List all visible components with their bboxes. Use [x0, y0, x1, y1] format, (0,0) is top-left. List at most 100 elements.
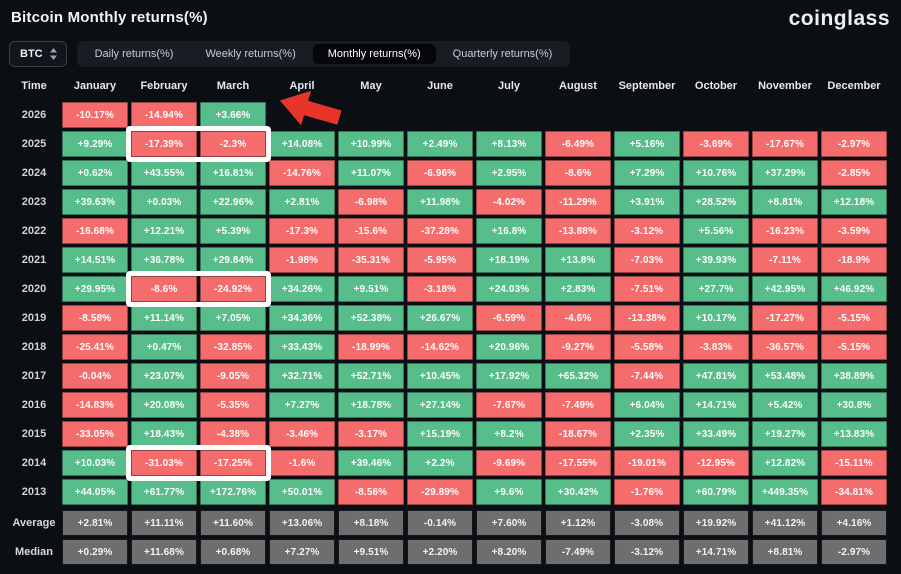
row-label-2018: 2018 [21, 341, 47, 353]
return-cell-2015-august: -18.67% [545, 421, 611, 447]
return-cell-2017-october: +47.81% [683, 363, 749, 389]
coin-selector[interactable]: BTC [9, 41, 67, 67]
table-row-2015: 2015 -33.05% +18.43% -4.38% -3.46% -3.17% +15.… [9, 421, 892, 447]
row-label-2020: 2020 [21, 283, 47, 295]
return-cell-2017-april: +32.71% [269, 363, 335, 389]
row-label-2016: 2016 [21, 399, 47, 411]
return-cell-2018-may: -18.99% [338, 334, 404, 360]
return-cell-2022-march: +5.39% [200, 218, 266, 244]
return-cell-2025-july: +8.13% [476, 131, 542, 157]
return-cell-2013-june: -29.89% [407, 479, 473, 505]
return-cell-2018-december: -5.15% [821, 334, 887, 360]
column-header-june: June [427, 80, 453, 92]
return-cell-2016-october: +14.71% [683, 392, 749, 418]
return-cell-2020-january: +29.95% [62, 276, 128, 302]
tab-quarterly-returns[interactable]: Quarterly returns(%) [438, 44, 568, 64]
column-header-august: August [559, 80, 597, 92]
return-cell-2015-april: -3.46% [269, 421, 335, 447]
return-cell-2024-december: -2.85% [821, 160, 887, 186]
row-label-2017: 2017 [21, 370, 47, 382]
return-cell-2018-august: -9.27% [545, 334, 611, 360]
return-cell-2016-november: +5.42% [752, 392, 818, 418]
return-cell-2019-october: +10.17% [683, 305, 749, 331]
tab-monthly-returns[interactable]: Monthly returns(%) [312, 44, 436, 64]
return-cell-2021-february: +36.78% [131, 247, 197, 273]
return-cell-2026-march: +3.66% [200, 102, 266, 128]
topbar: Bitcoin Monthly returns(%) coinglass [9, 7, 892, 31]
return-cell-2013-february: +61.77% [131, 479, 197, 505]
return-cell-2020-may: +9.51% [338, 276, 404, 302]
return-cell-2017-february: +23.07% [131, 363, 197, 389]
return-cell-2022-april: -17.3% [269, 218, 335, 244]
return-cell-2026-november [752, 102, 818, 128]
return-cell-2024-october: +10.76% [683, 160, 749, 186]
return-cell-2016-july: -7.67% [476, 392, 542, 418]
return-cell-average-january: +2.81% [62, 510, 128, 536]
return-cell-2017-may: +52.71% [338, 363, 404, 389]
return-cell-2014-january: +10.03% [62, 450, 128, 476]
return-cell-median-december: -2.97% [821, 539, 887, 565]
column-header-january: January [73, 80, 117, 92]
row-label-2022: 2022 [21, 225, 47, 237]
return-cell-2017-september: -7.44% [614, 363, 680, 389]
return-cell-2016-december: +30.8% [821, 392, 887, 418]
return-cell-2019-february: +11.14% [131, 305, 197, 331]
tab-weekly-returns[interactable]: Weekly returns(%) [190, 44, 310, 64]
return-cell-2015-october: +33.49% [683, 421, 749, 447]
return-cell-2021-september: -7.03% [614, 247, 680, 273]
return-cell-2020-march: -24.92% [200, 276, 266, 302]
table-row-2020: 2020 +29.95% -8.6% -24.92% +34.26% +9.51% -3.1… [9, 276, 892, 302]
return-cell-2014-february: -31.03% [131, 450, 197, 476]
return-cell-2020-december: +46.92% [821, 276, 887, 302]
return-cell-2024-august: -8.6% [545, 160, 611, 186]
return-cell-2019-may: +52.38% [338, 305, 404, 331]
coinglass-logo: coinglass [788, 7, 890, 30]
updown-arrows-icon [49, 48, 57, 60]
return-cell-2014-july: -9.69% [476, 450, 542, 476]
return-cell-2014-october: -12.95% [683, 450, 749, 476]
return-cell-2019-august: -4.6% [545, 305, 611, 331]
return-cell-2019-june: +26.67% [407, 305, 473, 331]
return-cell-2022-december: -3.59% [821, 218, 887, 244]
return-cell-median-april: +7.27% [269, 539, 335, 565]
return-cell-average-october: +19.92% [683, 510, 749, 536]
return-cell-2019-april: +34.36% [269, 305, 335, 331]
return-cell-2025-january: +9.29% [62, 131, 128, 157]
tab-daily-returns[interactable]: Daily returns(%) [80, 44, 189, 64]
return-cell-2026-february: -14.94% [131, 102, 197, 128]
return-cell-2018-july: +20.96% [476, 334, 542, 360]
return-cell-average-september: -3.08% [614, 510, 680, 536]
column-header-february: February [140, 80, 188, 92]
return-cell-2023-august: -11.29% [545, 189, 611, 215]
return-cell-2023-may: -6.98% [338, 189, 404, 215]
return-cell-2022-october: +5.56% [683, 218, 749, 244]
return-cell-2025-august: -6.49% [545, 131, 611, 157]
return-cell-2026-september [614, 102, 680, 128]
controls-bar: BTC Daily returns(%) Weekly returns(%) Mon… [9, 41, 892, 67]
return-cell-2024-september: +7.29% [614, 160, 680, 186]
return-cell-2013-may: -8.56% [338, 479, 404, 505]
table-row-2014: 2014 +10.03% -31.03% -17.25% -1.6% +39.46% +2.… [9, 450, 892, 476]
return-cell-2013-august: +30.42% [545, 479, 611, 505]
return-cell-2021-july: +18.19% [476, 247, 542, 273]
return-cell-2013-april: +50.01% [269, 479, 335, 505]
return-cell-2026-may [338, 102, 404, 128]
return-cell-2023-october: +28.52% [683, 189, 749, 215]
return-cell-2014-april: -1.6% [269, 450, 335, 476]
return-cell-median-january: +0.29% [62, 539, 128, 565]
return-cell-2014-march: -17.25% [200, 450, 266, 476]
return-cell-2022-november: -16.23% [752, 218, 818, 244]
return-cell-2022-june: -37.28% [407, 218, 473, 244]
return-cell-2013-july: +9.6% [476, 479, 542, 505]
row-label-2026: 2026 [21, 109, 47, 121]
return-cell-2014-december: -15.11% [821, 450, 887, 476]
return-cell-2025-september: +5.16% [614, 131, 680, 157]
table-row-2025: 2025 +9.29% -17.39% -2.3% +14.08% +10.99% +2.4… [9, 131, 892, 157]
return-cell-2019-september: -13.38% [614, 305, 680, 331]
return-cell-2016-august: -7.49% [545, 392, 611, 418]
return-cell-2015-july: +8.2% [476, 421, 542, 447]
return-cell-2020-july: +24.03% [476, 276, 542, 302]
return-cell-2015-june: +15.19% [407, 421, 473, 447]
return-cell-median-may: +9.51% [338, 539, 404, 565]
return-cell-2013-october: +60.79% [683, 479, 749, 505]
